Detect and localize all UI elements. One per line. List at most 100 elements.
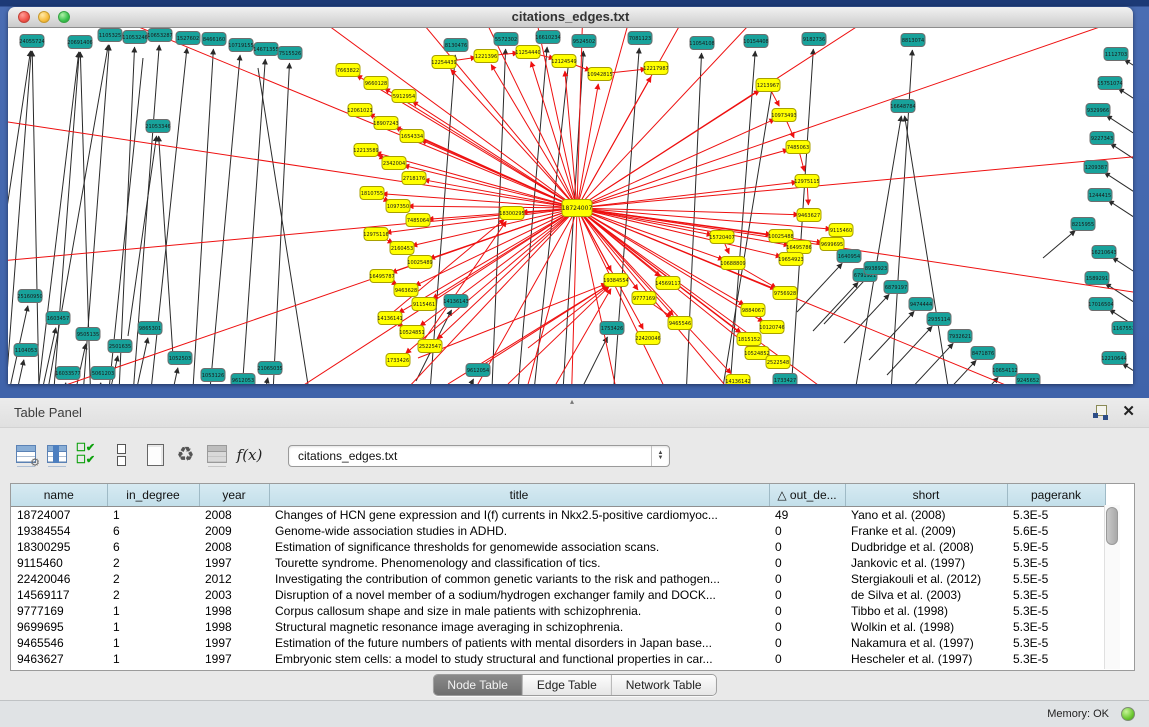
network-node[interactable]: 17016504 bbox=[1088, 298, 1113, 311]
network-node[interactable]: 5572302 bbox=[494, 33, 518, 46]
network-node[interactable]: 10120746 bbox=[759, 321, 784, 334]
network-node[interactable]: 16495787 bbox=[369, 270, 394, 283]
table-row[interactable]: 911546021997Tourette syndrome. Phenomeno… bbox=[11, 555, 1105, 571]
column-header-out_degree[interactable]: △ out_de... bbox=[769, 484, 845, 507]
table-row[interactable]: 977716911998Corpus callosum shape and si… bbox=[11, 603, 1105, 619]
network-node[interactable]: 9777169 bbox=[632, 292, 656, 305]
zoom-window-button[interactable] bbox=[58, 11, 70, 23]
network-node[interactable]: 14671355 bbox=[253, 43, 278, 56]
network-node[interactable]: 1105325 bbox=[98, 29, 122, 42]
network-canvas[interactable]: 2405572420691406110532511053246106532871… bbox=[8, 28, 1133, 384]
show-columns-icon[interactable] bbox=[44, 442, 71, 469]
network-node[interactable]: 14136143 bbox=[443, 295, 468, 308]
network-node[interactable]: 21053346 bbox=[145, 120, 170, 133]
network-node[interactable]: 8466160 bbox=[202, 33, 226, 46]
network-node[interactable]: 12061021 bbox=[347, 104, 372, 117]
network-node[interactable]: 2160453 bbox=[390, 242, 414, 255]
network-node[interactable]: 9474444 bbox=[909, 298, 933, 311]
network-node[interactable]: 12975115 bbox=[794, 175, 819, 188]
network-node[interactable]: 12124549 bbox=[551, 55, 576, 68]
network-node[interactable]: 24055724 bbox=[19, 35, 44, 48]
network-node[interactable]: 19384554 bbox=[603, 274, 628, 287]
network-node[interactable]: 16610234 bbox=[535, 31, 560, 44]
network-node[interactable]: 15720407 bbox=[709, 231, 734, 244]
network-node[interactable]: 18907243 bbox=[373, 117, 398, 130]
table-selector-dropdown[interactable]: citations_edges.txt ▲▼ bbox=[288, 445, 670, 467]
network-node[interactable]: 1733426 bbox=[386, 354, 410, 367]
network-node[interactable]: 9884067 bbox=[741, 304, 765, 317]
network-node[interactable]: 2522548 bbox=[766, 356, 790, 369]
network-node[interactable]: 10524851 bbox=[399, 326, 424, 339]
network-node[interactable]: 1244415 bbox=[1088, 189, 1112, 202]
network-node[interactable]: 12254439 bbox=[431, 56, 456, 69]
network-node[interactable]: 9465546 bbox=[668, 317, 692, 330]
network-node[interactable]: 9245652 bbox=[1016, 374, 1040, 385]
network-node[interactable]: 9612054 bbox=[466, 364, 490, 377]
close-window-button[interactable] bbox=[18, 11, 30, 23]
network-node[interactable]: 1221396 bbox=[474, 50, 498, 63]
tab-network-table[interactable]: Network Table bbox=[611, 675, 716, 695]
memory-status-indicator[interactable] bbox=[1121, 707, 1135, 721]
table-row[interactable]: 969969511998Structural magnetic resonanc… bbox=[11, 619, 1105, 635]
scrollbar-thumb[interactable] bbox=[1106, 507, 1118, 545]
column-header-year[interactable]: year bbox=[199, 484, 269, 507]
network-node[interactable]: 1815152 bbox=[737, 333, 761, 346]
network-node[interactable]: 9463627 bbox=[797, 209, 821, 222]
network-node[interactable]: 12217987 bbox=[643, 62, 668, 75]
table-row[interactable]: 2242004622012Investigating the contribut… bbox=[11, 571, 1105, 587]
tab-edge-table[interactable]: Edge Table bbox=[522, 675, 611, 695]
network-node[interactable]: 9612053 bbox=[231, 374, 255, 385]
network-node[interactable]: 2501635 bbox=[108, 340, 132, 353]
network-node[interactable]: 6879197 bbox=[884, 281, 908, 294]
network-node[interactable]: 21065035 bbox=[257, 362, 282, 375]
float-panel-icon[interactable] bbox=[1092, 404, 1108, 420]
table-settings-icon[interactable]: ⚙ bbox=[13, 442, 40, 469]
network-node[interactable]: 15751074 bbox=[1097, 77, 1122, 90]
network-node[interactable]: 10654112 bbox=[992, 364, 1017, 377]
network-node[interactable]: 9505135 bbox=[76, 328, 100, 341]
network-node[interactable]: 1052503 bbox=[168, 352, 192, 365]
network-node[interactable]: 16648784 bbox=[890, 100, 915, 113]
network-node[interactable]: 9115460 bbox=[829, 224, 853, 237]
network-node[interactable]: 18724007 bbox=[562, 200, 593, 217]
minimize-window-button[interactable] bbox=[38, 11, 50, 23]
column-header-in_degree[interactable]: in_degree bbox=[107, 484, 199, 507]
table-row[interactable]: 1872400712008Changes of HCN gene express… bbox=[11, 507, 1105, 524]
network-node[interactable]: 20691406 bbox=[67, 36, 92, 49]
column-header-pagerank[interactable]: pagerank bbox=[1007, 484, 1105, 507]
network-node[interactable]: 11054108 bbox=[689, 37, 714, 50]
network-node[interactable]: 8471876 bbox=[971, 347, 995, 360]
network-node[interactable]: 7515526 bbox=[278, 47, 302, 60]
column-header-short[interactable]: short bbox=[845, 484, 1007, 507]
network-node[interactable]: 1053126 bbox=[201, 369, 225, 382]
network-node[interactable]: 1209387 bbox=[1084, 161, 1108, 174]
table-row[interactable]: 946362711997Embryonic stem cells: a mode… bbox=[11, 651, 1105, 667]
column-header-name[interactable]: name bbox=[11, 484, 107, 507]
splitter-grip-icon[interactable]: ▴ bbox=[570, 397, 574, 406]
network-node[interactable]: 12975116 bbox=[363, 228, 388, 241]
network-node[interactable]: 12213589 bbox=[353, 144, 378, 157]
network-node[interactable]: 9227343 bbox=[1090, 132, 1114, 145]
tab-node-table[interactable]: Node Table bbox=[433, 675, 522, 695]
delete-column-icon[interactable]: ♻ bbox=[172, 442, 199, 469]
network-node[interactable]: 9115461 bbox=[412, 298, 436, 311]
network-node[interactable]: 25160950 bbox=[17, 290, 42, 303]
network-node[interactable]: 8813074 bbox=[901, 34, 925, 47]
table-scrollbar[interactable] bbox=[1104, 505, 1120, 669]
network-node[interactable]: 12210644 bbox=[1101, 352, 1126, 365]
network-node[interactable]: 8130476 bbox=[444, 39, 468, 52]
network-node[interactable]: 1589291 bbox=[1085, 272, 1109, 285]
close-panel-icon[interactable]: ✕ bbox=[1122, 404, 1135, 420]
network-node[interactable]: 10025489 bbox=[407, 256, 432, 269]
network-node[interactable]: 9329966 bbox=[1086, 104, 1110, 117]
network-node[interactable]: 9699695 bbox=[820, 238, 844, 251]
network-node[interactable]: 1640954 bbox=[837, 250, 861, 263]
network-node[interactable]: 1753426 bbox=[600, 322, 624, 335]
network-node[interactable]: 16033577 bbox=[55, 367, 80, 380]
table-row[interactable]: 1456911722003Disruption of a novel membe… bbox=[11, 587, 1105, 603]
network-node[interactable]: 5912954 bbox=[392, 90, 416, 103]
network-node[interactable]: 10688809 bbox=[720, 257, 745, 270]
network-node[interactable]: 10653287 bbox=[147, 29, 172, 42]
network-node[interactable]: 1167553 bbox=[1112, 322, 1133, 335]
network-node[interactable]: 1527602 bbox=[176, 32, 200, 45]
